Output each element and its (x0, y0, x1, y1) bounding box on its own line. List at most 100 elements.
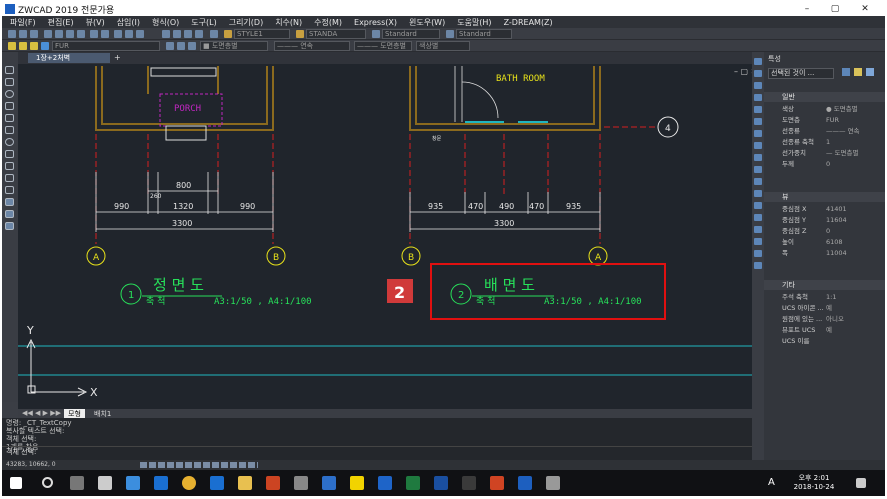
hatch-icon[interactable] (5, 162, 14, 170)
prop-row[interactable]: 두께 0 (782, 159, 885, 170)
chrome-icon[interactable] (182, 476, 196, 490)
maximize-button[interactable]: ▢ (822, 2, 848, 16)
section-view[interactable]: 뷰 (764, 192, 885, 202)
mail-icon[interactable] (98, 476, 112, 490)
pan-icon[interactable] (114, 30, 122, 38)
prop-row[interactable]: 색상 ● 도면층별 (782, 104, 885, 115)
paste-icon[interactable] (77, 30, 85, 38)
app-icon[interactable] (294, 476, 308, 490)
help-icon[interactable] (210, 30, 218, 38)
zoom-icon[interactable] (125, 30, 133, 38)
tool-palette-icon[interactable] (184, 30, 192, 38)
prop-row[interactable]: 높이 6108 (782, 237, 885, 248)
layer-combo[interactable]: FUR (52, 41, 160, 51)
section-general[interactable]: 일반 (764, 92, 885, 102)
polygon-icon[interactable] (5, 126, 14, 134)
undo-icon[interactable] (90, 30, 98, 38)
menu-express[interactable]: Express(X) (354, 18, 397, 27)
modify-trim-icon[interactable] (754, 166, 762, 173)
modify-scale-icon[interactable] (754, 142, 762, 149)
prop-row[interactable]: 선종류 축척 1 (782, 137, 885, 148)
region-icon[interactable] (5, 174, 14, 182)
menu-insert[interactable]: 삽입(I) (117, 17, 140, 28)
prop-row[interactable]: UCS 아이콘 ... 예 (782, 303, 885, 314)
ime-indicator[interactable]: A (768, 477, 775, 488)
menu-zdream[interactable]: Z-DREAM(Z) (504, 18, 553, 27)
cut-icon[interactable] (55, 30, 63, 38)
modify-mirror-icon[interactable] (754, 82, 762, 89)
prop-row[interactable]: 선종류 ——— 연속 (782, 126, 885, 137)
zwcad-taskbar-icon[interactable] (518, 476, 532, 490)
modify-fillet-icon[interactable] (754, 214, 762, 221)
menu-view[interactable]: 뷰(V) (86, 17, 105, 28)
modify-chamfer-icon[interactable] (754, 202, 762, 209)
modify-move-icon[interactable] (754, 118, 762, 125)
modify-copy-icon[interactable] (754, 70, 762, 77)
windows-start-icon[interactable] (10, 477, 22, 489)
layer-state-icon[interactable] (19, 42, 27, 50)
copy-icon[interactable] (66, 30, 74, 38)
app-icon[interactable] (434, 476, 448, 490)
block-icon[interactable] (5, 186, 14, 194)
plotstyle-combo[interactable]: 색상별 (416, 41, 470, 51)
layer-freeze-icon[interactable] (41, 42, 49, 50)
dim-aligned-icon[interactable] (754, 250, 762, 257)
prop-row[interactable]: 중심점 Y 11604 (782, 215, 885, 226)
app-icon[interactable] (462, 476, 476, 490)
modify-rotate-icon[interactable] (754, 130, 762, 137)
print-icon[interactable] (44, 30, 52, 38)
store-icon[interactable] (126, 476, 140, 490)
ie-icon[interactable] (210, 476, 224, 490)
menu-file[interactable]: 파일(F) (10, 17, 36, 28)
app-icon[interactable] (322, 476, 336, 490)
dim-linear-icon[interactable] (754, 238, 762, 245)
command-input[interactable]: 객체 선택: (2, 446, 772, 456)
spline-icon[interactable] (5, 150, 14, 158)
prop-row[interactable]: UCS 이름 (782, 336, 885, 347)
prop-row[interactable]: 중심점 Z0 (782, 226, 885, 237)
prop-row[interactable]: 도면층 FUR (782, 115, 885, 126)
notification-icon[interactable] (856, 478, 866, 488)
make-current-icon[interactable] (166, 42, 174, 50)
app-icon[interactable] (546, 476, 560, 490)
menu-dimension[interactable]: 치수(N) (275, 17, 302, 28)
mleader-style-combo[interactable]: Standard (456, 29, 512, 39)
mtext-icon[interactable] (5, 222, 14, 230)
kakaotalk-icon[interactable] (350, 476, 364, 490)
redo-icon[interactable] (101, 30, 109, 38)
layer-previous-icon[interactable] (177, 42, 185, 50)
modify-extend-icon[interactable] (754, 178, 762, 185)
powerpoint-icon[interactable] (490, 476, 504, 490)
layer-on-icon[interactable] (30, 42, 38, 50)
color-combo[interactable]: ■ 도면층별 (200, 41, 268, 51)
arc-icon[interactable] (5, 102, 14, 110)
prop-row[interactable]: 폭 11004 (782, 248, 885, 259)
close-button[interactable]: ✕ (852, 2, 878, 16)
app-icon[interactable] (266, 476, 280, 490)
clock-time[interactable]: 오후 2:01 (788, 473, 840, 483)
modify-array-icon[interactable] (754, 106, 762, 113)
modify-stretch-icon[interactable] (754, 154, 762, 161)
menu-tools[interactable]: 도구(L) (191, 17, 216, 28)
menu-help[interactable]: 도움말(H) (457, 17, 491, 28)
table-icon[interactable] (5, 210, 14, 218)
dim-radius-icon[interactable] (754, 262, 762, 269)
tab-nav-arrows[interactable]: ◀◀ ◀ ▶ ▶▶ (22, 409, 61, 417)
prop-row[interactable]: 주석 축척 1:1 (782, 292, 885, 303)
menu-window[interactable]: 윈도우(W) (409, 17, 445, 28)
menu-edit[interactable]: 편집(E) (48, 17, 74, 28)
line-icon[interactable] (5, 66, 14, 74)
lineweight-combo[interactable]: ——— 도면층별 (354, 41, 412, 51)
menu-format[interactable]: 형식(O) (152, 17, 179, 28)
explorer-icon[interactable] (238, 476, 252, 490)
select-objects-icon[interactable] (854, 68, 862, 76)
quick-select-icon[interactable] (842, 68, 850, 76)
selection-combo[interactable]: 선택된 것이 ... (768, 68, 834, 79)
new-tab-icon[interactable]: + (114, 53, 121, 62)
edge-icon[interactable] (154, 476, 168, 490)
prop-row[interactable]: 원점에 있는 ... 아니오 (782, 314, 885, 325)
properties-icon[interactable] (162, 30, 170, 38)
prop-row[interactable]: 중심점 X 41401 (782, 204, 885, 215)
zoom-window-icon[interactable] (136, 30, 144, 38)
viewport-controls-icon[interactable]: – ▢ ✕ (734, 67, 752, 76)
